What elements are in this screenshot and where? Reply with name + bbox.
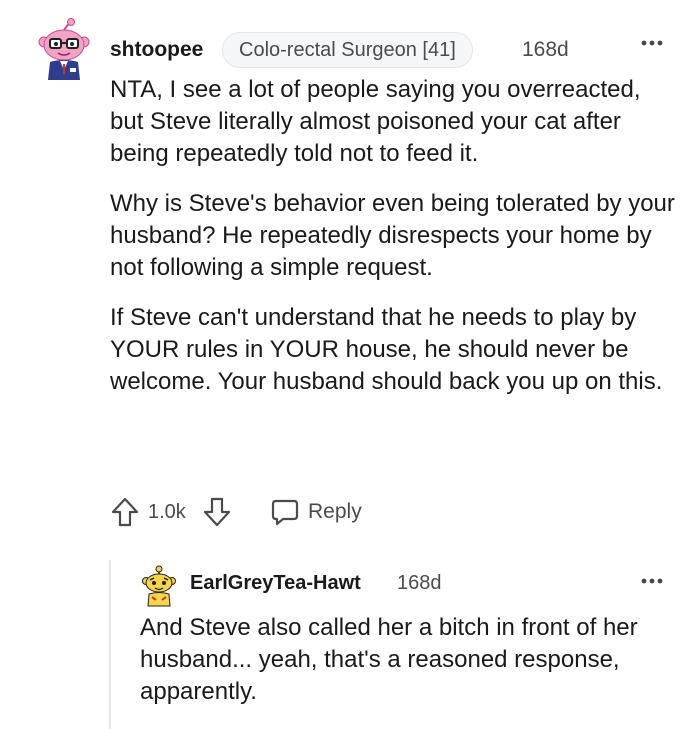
avatar[interactable] xyxy=(36,18,92,82)
username[interactable]: shtoopee xyxy=(110,38,203,62)
comment-body: And Steve also called her a bitch in fro… xyxy=(140,612,676,726)
comment-paragraph: And Steve also called her a bitch in fro… xyxy=(140,614,638,705)
timestamp[interactable]: 168d xyxy=(522,38,569,62)
comment-actions: 1.0k Reply xyxy=(110,492,510,532)
comment-header: EarlGreyTea-Hawt 168d xyxy=(140,560,676,610)
thread-line[interactable] xyxy=(109,560,111,729)
reply-label: Reply xyxy=(308,500,362,523)
comment-header: shtoopee Colo-rectal Surgeon [41] 168d xyxy=(36,18,676,80)
upvote-button[interactable] xyxy=(110,492,140,532)
ellipsis-icon xyxy=(641,40,663,46)
ellipsis-icon xyxy=(641,578,663,584)
more-options-button[interactable] xyxy=(640,572,664,590)
upvote-arrow-icon xyxy=(111,497,139,527)
username[interactable]: EarlGreyTea-Hawt xyxy=(190,572,361,595)
comment-paragraph: NTA, I see a lot of people saying you ov… xyxy=(110,76,641,167)
comment-paragraph: Why is Steve's behavior even being toler… xyxy=(110,190,675,281)
comment-earlgreytea-hawt: EarlGreyTea-Hawt 168d And Steve also cal… xyxy=(140,560,676,705)
snoo-avatar-icon xyxy=(38,18,90,80)
comment-shtoopee: shtoopee Colo-rectal Surgeon [41] 168d N… xyxy=(36,18,676,527)
comment-paragraph: If Steve can't understand that he needs … xyxy=(110,304,663,395)
reply-button[interactable]: Reply xyxy=(270,492,362,532)
avatar[interactable] xyxy=(142,564,176,608)
speech-bubble-icon xyxy=(271,499,299,526)
timestamp[interactable]: 168d xyxy=(397,572,442,595)
downvote-button[interactable] xyxy=(202,492,232,532)
user-flair: Colo-rectal Surgeon [41] xyxy=(222,32,473,68)
downvote-arrow-icon xyxy=(203,497,231,527)
vote-score: 1.0k xyxy=(148,500,186,523)
snoo-avatar-icon xyxy=(142,565,176,607)
comment-body: NTA, I see a lot of people saying you ov… xyxy=(110,74,676,416)
more-options-button[interactable] xyxy=(640,34,664,52)
